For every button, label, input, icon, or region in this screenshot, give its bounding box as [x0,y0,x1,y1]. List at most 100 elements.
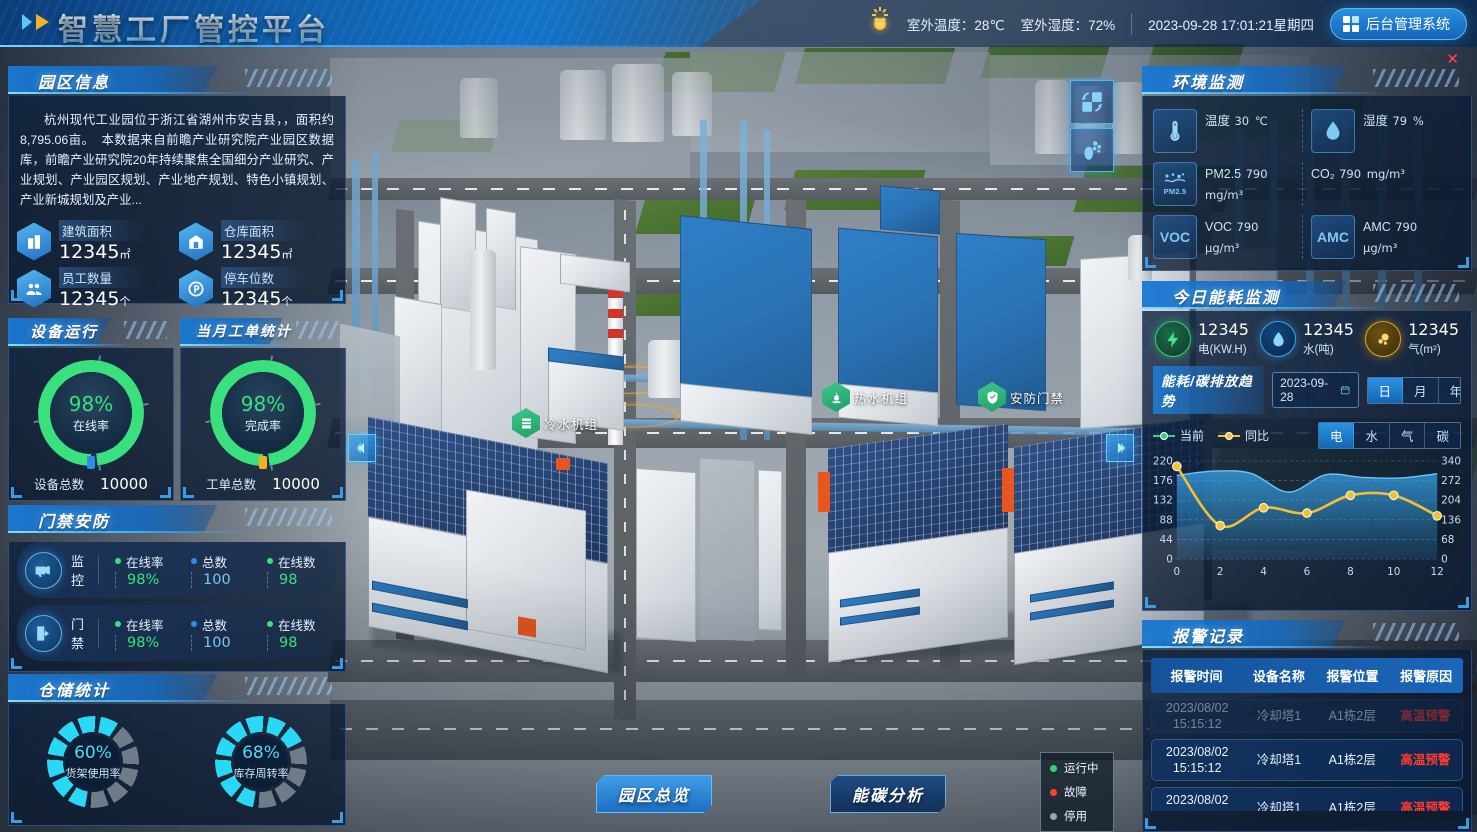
work-order-total-value: 10000 [272,475,320,493]
shelf-usage-label: 货架使用率 [65,768,121,780]
table-row[interactable]: 2023/08/02 15:15:12 冷却塔1 A1栋2层 高温预警 [1151,699,1463,733]
camera-icon [25,551,62,589]
svg-text:132: 132 [1153,495,1173,507]
env-cell-temperature: 温度 30 ℃ [1153,109,1303,153]
env-value: 30 ℃ [1234,114,1268,128]
security-metric: 在线率 98% [115,552,177,589]
security-metric: 总数 100 [191,615,253,652]
svg-text:0: 0 [1173,566,1180,578]
env-label: 温度 [1205,114,1231,128]
alarm-reason: 高温预警 [1400,753,1451,767]
work-order-percent: 98% [240,392,286,416]
park-overview-button[interactable]: 园区总览 [596,775,712,813]
page-title: 智慧工厂管控平台 [58,5,330,49]
tab-electricity[interactable]: 电 [1318,423,1355,448]
env-label: AMC [1363,220,1391,234]
work-order-total-label: 工单总数 [206,478,257,492]
env-cell-amc: AMC AMC 790 μg/m³ [1311,215,1461,259]
tab-day[interactable]: 日 [1367,377,1404,403]
column-header-reason: 报警原因 [1400,669,1453,684]
park-stat-value: 12345㎡ [221,241,293,263]
alarm-location: A1栋2层 [1328,709,1376,723]
env-cell-co2: CO₂ 790 mg/m³ [1311,162,1461,206]
outdoor-temperature-value: 28℃ [974,17,1005,33]
env-label: VOC [1205,220,1233,234]
app-header: 智慧工厂管控平台 室外温度：28℃ 室外湿度：72% 2023-09-28 17… [0,0,1477,49]
table-row[interactable]: 2023/08/02 15:15:12 冷却塔1 A1栋2层 高温预警 [1151,739,1463,781]
security-row-monitoring[interactable]: 监控 在线率 98% 总数 100 在线数 98 [17,542,337,598]
tab-water[interactable]: 水 [1354,423,1390,448]
energy-value: 12345 [1198,320,1249,339]
period-tab-group[interactable]: 日 月 年 [1366,376,1461,404]
logo-arrows-icon [22,14,49,30]
gauge-marker [87,456,95,469]
energy-carbon-analysis-button[interactable]: 能碳分析 [830,775,946,813]
svg-text:68: 68 [1441,534,1454,546]
warehouse-stats-title: 仓储统计 [38,681,111,700]
tab-month[interactable]: 月 [1403,377,1439,403]
work-order-panel: 当月工单统计 98% 完成率 工单总数 10000 [180,318,346,501]
outdoor-humidity: 室外湿度：72% [1021,14,1116,34]
tab-year[interactable]: 年 [1438,377,1460,403]
svg-text:88: 88 [1160,514,1173,526]
svg-text:44: 44 [1160,534,1174,546]
energy-cell-gas: 12345 气(m²) [1365,320,1459,358]
switch-view-icon[interactable] [1070,80,1114,124]
header-datetime: 2023-09-28 17:01:21星期四 [1148,17,1314,33]
energy-value: 12345 [1303,320,1354,339]
park-stat-parking-count: 停车位数 12345个 [179,267,335,310]
park-info-title: 园区信息 [38,73,111,92]
env-label: PM2.5 [1205,167,1242,181]
outdoor-humidity-label: 室外湿度： [1020,17,1089,33]
scene-marker-boiler[interactable]: 热水机组 [822,382,908,412]
park-stat-label: 停车位数 [221,267,307,288]
park-info-panel: 园区信息 杭州现代工业园位于浙江省湖州市安吉县，，面积约8,795.06亩。 本… [8,66,346,310]
bolt-icon [1155,321,1191,357]
svg-text:0: 0 [1166,553,1173,565]
security-row-access-control[interactable]: 门禁 在线率 98% 总数 100 在线数 98 [17,605,337,661]
scene-next-button[interactable] [1106,434,1134,462]
park-stat-label: 建筑面积 [59,220,145,241]
park-description: 杭州现代工业园位于浙江省湖州市安吉县，，面积约8,795.06亩。 本数据来自前… [20,113,334,207]
env-cell-humidity: 湿度 79 % [1311,109,1461,153]
scene-prev-button[interactable] [348,434,376,462]
scene-marker-label: 热水机组 [854,391,909,406]
svg-text:136: 136 [1441,514,1461,526]
chart-legend: 当前 同比 [1153,427,1269,444]
scene-status-legend: 运行中 故障 停用 [1040,752,1114,832]
roam-footprint-icon[interactable] [1070,128,1114,172]
scene-marker-chiller[interactable]: 冷水机组 [512,408,598,438]
alarm-records-title: 报警记录 [1172,627,1245,646]
calendar-icon [1341,386,1350,395]
alarm-reason: 高温预警 [1400,709,1451,723]
tab-carbon[interactable]: 碳 [1425,423,1460,448]
alarm-records-panel: 报警记录 报警时间 设备名称 报警位置 报警原因 2023/08/02 15:1… [1142,620,1472,832]
thermometer-icon [1153,109,1197,153]
admin-system-button[interactable]: 后台管理系统 [1330,7,1467,40]
work-order-percent-label: 完成率 [244,419,281,433]
scene-action-buttons[interactable]: 园区总览 能碳分析 [596,775,946,813]
energy-trend-chart[interactable]: 0 44 88 132 176 220 0 68 136 204 272 340 0 2 4 6 8 10 12 [1147,453,1467,581]
scene-marker-label: 冷水机组 [544,417,599,432]
security-title: 门禁安防 [38,512,111,531]
tab-gas[interactable]: 气 [1389,423,1426,448]
legend-yoy: 同比 [1218,427,1269,444]
park-stat-warehouse-area: 仓库面积 12345㎡ [179,220,335,263]
gauge-marker [259,456,267,469]
table-row[interactable]: 2023/08/02 15:15:12 冷却塔1 A1栋2层 高温预警 [1151,787,1463,811]
env-cell-voc: VOC VOC 790 μg/m³ [1153,215,1303,259]
header-divider [1131,12,1133,35]
scene-marker-label: 安防门禁 [1010,391,1065,406]
inventory-turnover-percent: 68% [242,743,280,763]
panel-decoration [244,69,333,87]
energy-type-tab-group[interactable]: 电 水 气 碳 [1317,422,1461,449]
date-picker[interactable]: 2023-09-28 [1272,372,1359,408]
scene-marker-access[interactable]: 安防门禁 [978,382,1064,412]
chiller-icon [512,408,540,438]
svg-text:4: 4 [1260,566,1267,578]
svg-text:2: 2 [1217,566,1224,578]
water-drop-icon [1260,321,1297,357]
parking-icon [179,269,213,308]
alarm-reason: 高温预警 [1400,801,1451,811]
security-row-name: 门禁 [71,617,85,651]
